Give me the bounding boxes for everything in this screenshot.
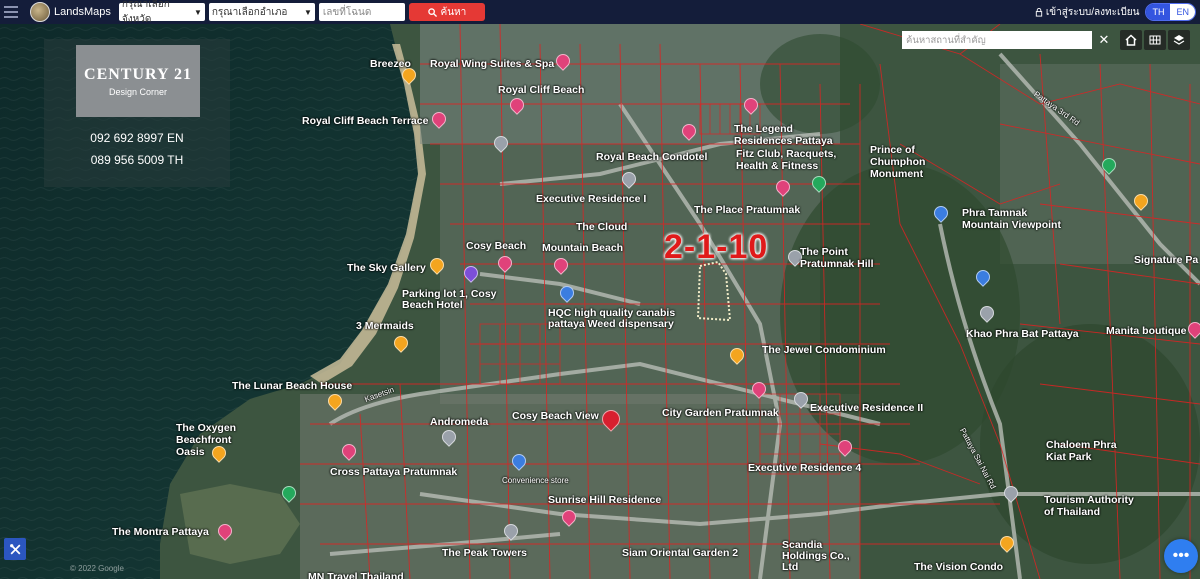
chevron-down-icon: ▼ (193, 7, 202, 17)
agent-card[interactable]: CENTURY 21 Design Corner 092 692 8997 EN… (44, 39, 230, 187)
place-label[interactable]: Royal Wing Suites & Spa (430, 58, 554, 70)
login-link[interactable]: เข้าสู่ระบบ/ลงทะเบียน (1035, 5, 1140, 20)
login-label: เข้าสู่ระบบ/ลงทะเบียน (1045, 6, 1140, 18)
place-label[interactable]: Manita boutique (1106, 325, 1187, 337)
deed-number-input[interactable]: เลขที่โฉนด (318, 3, 405, 21)
lang-th-option[interactable]: TH (1146, 4, 1171, 20)
place-label[interactable]: The Jewel Condominium (762, 344, 886, 356)
province-select[interactable]: กรุณาเลือกจังหวัด ▼ (118, 0, 205, 25)
place-label[interactable]: Cosy Beach (466, 240, 526, 252)
district-select-label: กรุณาเลือกอำเภอ (211, 6, 288, 18)
place-label[interactable]: Executive Residence I (536, 193, 646, 205)
place-label[interactable]: Khao Phra Bat Pattaya (966, 328, 1079, 340)
place-label[interactable]: Siam Oriental Garden 2 (622, 547, 738, 559)
place-label[interactable]: Prince of Chumphon Monument (870, 144, 970, 180)
place-label[interactable]: The Point Pratumnak Hill (800, 246, 890, 270)
search-button-label: ค้นหา (440, 6, 467, 18)
hamburger-icon[interactable] (4, 6, 18, 18)
landmark-search-input[interactable]: ค้นหาสถานที่สำคัญ (902, 31, 1092, 49)
tools-icon[interactable] (4, 538, 26, 560)
place-label[interactable]: Royal Beach Condotel (596, 151, 707, 163)
place-label[interactable]: Andromeda (430, 416, 488, 428)
agent-card-subtitle: Design Corner (108, 86, 168, 97)
place-label[interactable]: The Oxygen Beachfront Oasis (176, 422, 246, 458)
place-label[interactable]: Fitz Club, Racquets, Health & Fitness (736, 148, 856, 172)
place-label[interactable]: Tourism Authority of Thailand (1044, 494, 1144, 518)
place-label[interactable]: Royal Cliff Beach (498, 84, 584, 96)
agent-phone-en[interactable]: 092 692 8997 EN (44, 131, 230, 145)
grid-icon[interactable] (1144, 30, 1166, 50)
home-icon-glyph (1125, 34, 1137, 46)
place-label[interactable]: The Place Pratumnak (694, 204, 800, 216)
layers-icon[interactable] (1168, 30, 1190, 50)
place-label[interactable]: The Vision Condo (914, 561, 1003, 573)
place-label[interactable]: HQC high quality canabis pattaya Weed di… (548, 308, 688, 330)
place-label[interactable]: Executive Residence 4 (748, 462, 861, 474)
agent-phone-th[interactable]: 089 956 5009 TH (44, 153, 230, 167)
place-label[interactable]: The Cloud (576, 221, 627, 233)
top-bar: LandsMaps กรุณาเลือกจังหวัด ▼ กรุณาเลือก… (0, 0, 1200, 25)
layers-icon-glyph (1173, 35, 1185, 45)
agent-card-title: CENTURY 21 (84, 65, 192, 83)
district-select[interactable]: กรุณาเลือกอำเภอ ▼ (208, 3, 315, 21)
home-icon[interactable] (1120, 30, 1142, 50)
close-icon[interactable]: ✕ (1096, 31, 1112, 49)
place-label[interactable]: Cosy Beach View (512, 410, 599, 422)
place-label[interactable]: Sunrise Hill Residence (548, 494, 661, 506)
place-label[interactable]: The Sky Gallery (347, 262, 426, 274)
place-label[interactable]: The Legend Residences Pattaya (734, 123, 834, 147)
language-toggle[interactable]: TH EN (1145, 3, 1196, 21)
place-label[interactable]: Chaloem Phra Kiat Park (1046, 439, 1126, 463)
place-label[interactable]: Cross Pattaya Pratumnak (330, 466, 457, 478)
century21-logo: CENTURY 21 Design Corner (76, 45, 200, 117)
search-button[interactable]: ค้นหา (408, 3, 485, 21)
place-label[interactable]: The Montra Pattaya (112, 526, 209, 538)
parcel-area-label[interactable]: 2-1-10 (664, 228, 768, 267)
place-label[interactable]: 3 Mermaids (356, 320, 414, 332)
lang-en-option[interactable]: EN (1170, 4, 1195, 20)
chevron-down-icon: ▼ (303, 7, 312, 17)
place-label[interactable]: Parking lot 1, Cosy Beach Hotel (402, 289, 502, 311)
deed-number-placeholder: เลขที่โฉนด (322, 6, 372, 18)
place-label[interactable]: Executive Residence II (810, 402, 923, 414)
place-label[interactable]: Convenience store (502, 476, 569, 485)
lock-icon (1035, 7, 1043, 17)
place-label[interactable]: Phra Tamnak Mountain Viewpoint (962, 207, 1072, 231)
chat-dots-icon[interactable]: ••• (1164, 539, 1198, 573)
place-label[interactable]: Royal Cliff Beach Terrace (302, 115, 428, 127)
place-label[interactable]: Signature Pa (1134, 254, 1198, 266)
place-label[interactable]: Breezeo (370, 58, 411, 70)
landmark-search-placeholder: ค้นหาสถานที่สำคัญ (906, 34, 986, 46)
brand-name[interactable]: LandsMaps (54, 6, 111, 18)
place-label[interactable]: MN Travel Thailand (308, 571, 404, 579)
place-label[interactable]: City Garden Pratumnak (662, 407, 779, 419)
place-label[interactable]: Scandia Holdings Co., Ltd (782, 540, 862, 573)
grid-icon-glyph (1149, 35, 1161, 45)
province-select-label: กรุณาเลือกจังหวัด (121, 0, 170, 25)
place-label[interactable]: The Peak Towers (442, 547, 527, 559)
landsmaps-logo[interactable] (30, 2, 50, 22)
search-icon (427, 7, 437, 17)
tools-icon-glyph (9, 543, 20, 554)
place-label[interactable]: Mountain Beach (542, 242, 623, 254)
place-label[interactable]: The Lunar Beach House (232, 380, 352, 392)
satellite-map[interactable]: 2-1-10 CENTURY 21 Design Corner 092 692 … (0, 24, 1200, 579)
map-copyright: © 2022 Google (70, 564, 124, 573)
